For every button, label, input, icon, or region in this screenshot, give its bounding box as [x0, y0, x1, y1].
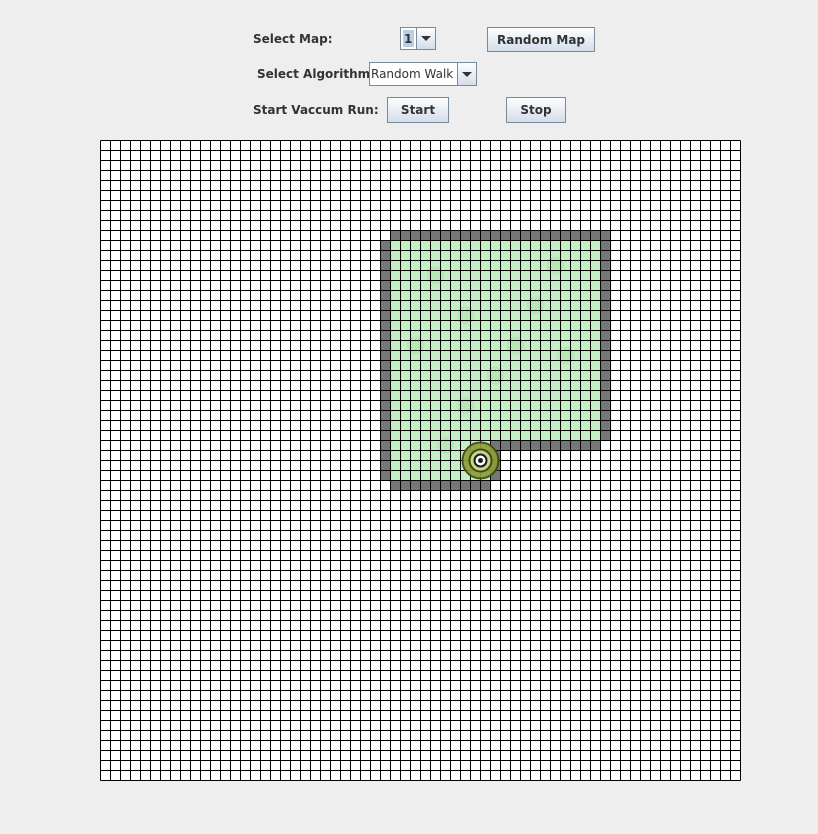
vacuum-grid-map[interactable] [100, 140, 741, 781]
algorithm-select-arrow[interactable] [457, 63, 476, 85]
chevron-down-icon [462, 71, 472, 77]
cleaned-patch [436, 436, 455, 455]
cleaned-patch [456, 306, 475, 325]
cleaned-patch [506, 336, 525, 355]
select-map-label: Select Map: [253, 32, 333, 46]
start-button[interactable]: Start [387, 97, 449, 123]
cleaned-patch [406, 336, 425, 355]
cleaned-patch [526, 296, 545, 315]
cleaned-patch [426, 266, 445, 285]
cleaned-patch [546, 256, 565, 275]
cleaned-patch [556, 346, 575, 365]
start-vacuum-run-label: Start Vaccum Run: [253, 103, 379, 117]
select-algorithm-label: Select Algorithm: [257, 67, 375, 81]
chevron-down-icon [421, 36, 431, 41]
algorithm-select-value: Random Walk [371, 67, 454, 81]
map-select[interactable]: 1 [400, 27, 436, 50]
wall-segment [490, 440, 601, 451]
stop-button[interactable]: Stop [506, 97, 566, 123]
robot-vacuum-icon[interactable] [461, 441, 500, 480]
algorithm-select[interactable]: Random Walk [369, 62, 477, 86]
random-map-button[interactable]: Random Map [487, 27, 595, 52]
map-select-value: 1 [403, 30, 414, 47]
cleaned-patch [486, 366, 505, 385]
cleaned-patch [456, 396, 475, 415]
map-select-arrow[interactable] [416, 28, 435, 49]
